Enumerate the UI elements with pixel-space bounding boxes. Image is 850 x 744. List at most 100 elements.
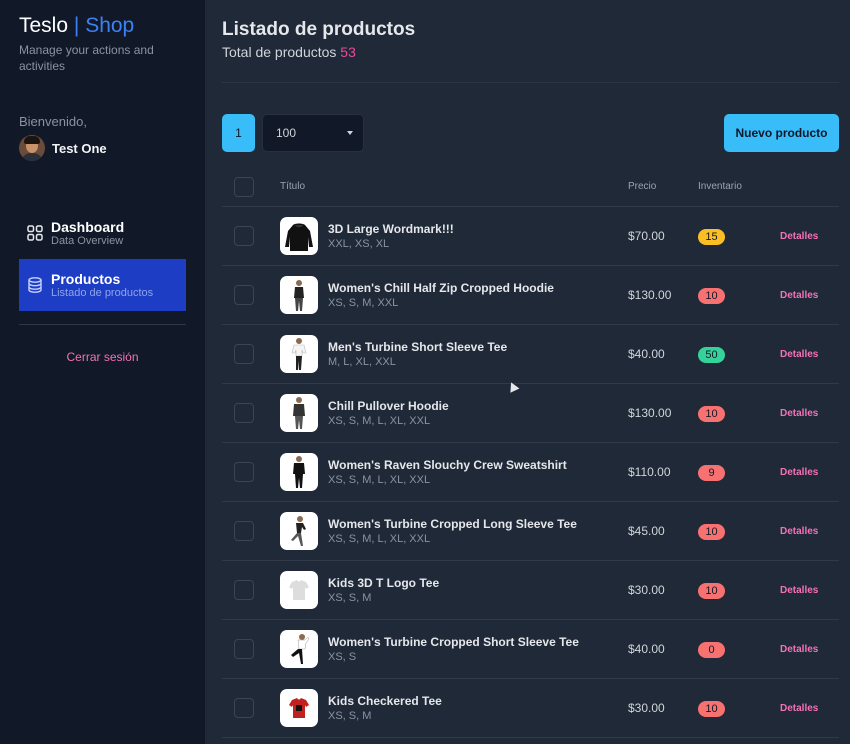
table-row: Kids Checkered Tee XS, S, M $30.00 10 De… (222, 679, 839, 738)
inventory-badge: 10 (698, 524, 725, 540)
column-header-price: Precio (628, 181, 657, 192)
row-checkbox[interactable] (234, 403, 254, 423)
table-row: Women's Raven Slouchy Crew Sweatshirt XS… (222, 443, 839, 502)
product-thumbnail[interactable] (280, 217, 318, 255)
row-checkbox[interactable] (234, 285, 254, 305)
product-sizes: XS, S, M, L, XL, XXL (328, 473, 431, 486)
details-link[interactable]: Detalles (780, 467, 839, 478)
product-price: $30.00 (628, 701, 665, 715)
database-icon (25, 275, 45, 295)
sidebar-item-subtitle: Listado de productos (51, 286, 154, 299)
product-sizes: M, L, XL, XXL (328, 355, 396, 368)
product-sizes: XXL, XS, XL (328, 237, 390, 250)
total-label: Total de productos (222, 44, 337, 60)
total-count: 53 (340, 44, 356, 60)
product-thumbnail[interactable] (280, 335, 318, 373)
row-checkbox[interactable] (234, 462, 254, 482)
page-number-button[interactable]: 1 (222, 114, 255, 152)
table-row: Women's Turbine Cropped Short Sleeve Tee… (222, 620, 839, 679)
product-thumbnail[interactable] (280, 512, 318, 550)
product-sizes: XS, S, M (328, 591, 372, 604)
column-header-title: Título (280, 181, 306, 192)
row-checkbox[interactable] (234, 639, 254, 659)
sidebar-divider (19, 324, 186, 325)
sidebar: Teslo | Shop Manage your actions and act… (0, 0, 205, 744)
row-checkbox[interactable] (234, 521, 254, 541)
product-thumbnail[interactable] (280, 571, 318, 609)
brand-name: Teslo (19, 14, 69, 37)
details-link[interactable]: Detalles (780, 349, 839, 360)
product-name: Women's Raven Slouchy Crew Sweatshirt (328, 457, 567, 472)
product-thumbnail[interactable] (280, 689, 318, 727)
table-row: Women's Chill Half Zip Cropped Hoodie XS… (222, 266, 839, 325)
chevron-down-icon (347, 131, 353, 135)
inventory-badge: 9 (698, 465, 725, 481)
product-price: $30.00 (628, 583, 665, 597)
product-sizes: XS, S, M, L, XL, XXL (328, 414, 431, 427)
table-header: Título Precio Inventario (222, 167, 839, 207)
details-link[interactable]: Detalles (780, 644, 839, 655)
table-row: Kids 3D T Logo Tee XS, S, M $30.00 10 De… (222, 561, 839, 620)
sidebar-nav: Dashboard Data Overview Productos Listad… (19, 207, 186, 311)
inventory-badge: 10 (698, 583, 725, 599)
table-row: 3D Large Wordmark!!! XXL, XS, XL $70.00 … (222, 207, 839, 266)
brand-logo[interactable]: Teslo | Shop (19, 14, 186, 38)
page-title: Listado de productos (222, 19, 416, 40)
product-sizes: XS, S, M, L, XL, XXL (328, 532, 431, 545)
product-name: Chill Pullover Hoodie (328, 398, 449, 413)
product-name: 3D Large Wordmark!!! (328, 221, 454, 236)
details-link[interactable]: Detalles (780, 231, 839, 242)
toolbar: 1 100 Nuevo producto (222, 114, 839, 152)
inventory-badge: 10 (698, 406, 725, 422)
details-link[interactable]: Detalles (780, 703, 839, 714)
row-checkbox[interactable] (234, 344, 254, 364)
product-thumbnail[interactable] (280, 394, 318, 432)
product-price: $40.00 (628, 347, 665, 361)
product-thumbnail[interactable] (280, 276, 318, 314)
details-link[interactable]: Detalles (780, 526, 839, 537)
product-sizes: XS, S, M (328, 709, 372, 722)
product-sizes: XS, S, M, XXL (328, 296, 399, 309)
row-checkbox[interactable] (234, 698, 254, 718)
select-all-checkbox[interactable] (234, 176, 254, 197)
grid-icon (25, 223, 45, 243)
product-price: $130.00 (628, 288, 672, 302)
sidebar-item-title: Productos (51, 270, 121, 287)
table-row: Women's Turbine Cropped Long Sleeve Tee … (222, 502, 839, 561)
inventory-badge: 0 (698, 642, 725, 658)
products-table: Título Precio Inventario 3D Large Wordma… (222, 167, 839, 738)
details-link[interactable]: Detalles (780, 408, 839, 419)
page-subtitle: Total de productos 53 (222, 44, 839, 60)
product-thumbnail[interactable] (280, 630, 318, 668)
details-link[interactable]: Detalles (780, 585, 839, 596)
table-row: Men's Turbine Short Sleeve Tee M, L, XL,… (222, 325, 839, 384)
welcome-text: Bienvenido, (19, 114, 87, 129)
inventory-badge: 15 (698, 229, 725, 245)
product-sizes: XS, S (328, 650, 357, 663)
inventory-badge: 10 (698, 288, 725, 304)
sidebar-item-subtitle: Data Overview (51, 234, 124, 247)
brand-tagline: Manage your actions and activities (19, 43, 154, 73)
brand-shop: Shop (85, 14, 135, 37)
sidebar-item-dashboard[interactable]: Dashboard Data Overview (19, 207, 186, 259)
inventory-badge: 10 (698, 701, 725, 717)
sidebar-item-productos[interactable]: Productos Listado de productos (19, 259, 186, 311)
user-profile[interactable]: Test One (19, 135, 186, 161)
product-price: $45.00 (628, 524, 665, 538)
product-name: Kids 3D T Logo Tee (328, 575, 440, 590)
product-price: $70.00 (628, 229, 665, 243)
details-link[interactable]: Detalles (780, 290, 839, 301)
new-product-button[interactable]: Nuevo producto (724, 114, 839, 152)
row-checkbox[interactable] (234, 226, 254, 246)
per-page-select[interactable]: 100 (262, 114, 364, 152)
product-name: Men's Turbine Short Sleeve Tee (328, 339, 508, 354)
main-content: Listado de productos Total de productos … (205, 0, 850, 744)
row-checkbox[interactable] (234, 580, 254, 600)
brand-separator: | (73, 14, 80, 37)
logout-link[interactable]: Cerrar sesión (19, 350, 186, 364)
product-price: $130.00 (628, 406, 672, 420)
product-price: $40.00 (628, 642, 665, 656)
sidebar-item-title: Dashboard (51, 218, 125, 235)
app: Teslo | Shop Manage your actions and act… (0, 0, 850, 744)
product-thumbnail[interactable] (280, 453, 318, 491)
